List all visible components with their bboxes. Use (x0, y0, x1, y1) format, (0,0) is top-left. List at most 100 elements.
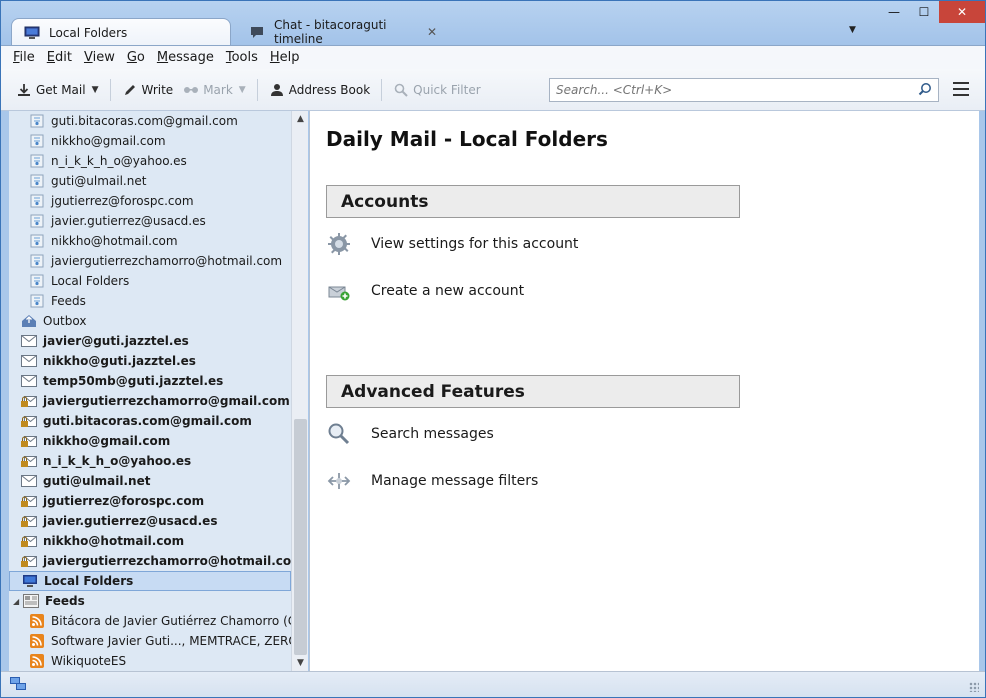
tab-local-folders[interactable]: Local Folders (11, 18, 231, 46)
folder-item[interactable]: Local Folders (9, 271, 291, 291)
search-messages-link[interactable]: Search messages (326, 421, 494, 447)
folder-label: guti.bitacoras.com@gmail.com (51, 114, 238, 128)
folder-item[interactable]: javiergutierrezchamorro@hotmail.com (9, 551, 291, 571)
tab-bar: Local Folders Chat - bitacoraguti timeli… (1, 1, 985, 46)
folder-pane-scrollbar[interactable]: ▲ ▼ (291, 111, 308, 671)
folder-pane: guti.bitacoras.com@gmail.com nikkho@gmail… (9, 111, 291, 671)
tab-list-dropdown-icon[interactable]: ▼ (849, 25, 856, 35)
manage-filters-link[interactable]: Manage message filters (326, 468, 538, 494)
create-account-link[interactable]: Create a new account (326, 278, 524, 304)
view-settings-link[interactable]: View settings for this account (326, 231, 578, 257)
menu-tools[interactable]: Tools (220, 50, 264, 65)
folder-icon (29, 253, 45, 269)
secure-envelope-icon (21, 533, 37, 549)
folder-item[interactable]: temp50mb@guti.jazztel.es (9, 371, 291, 391)
folder-label: jgutierrez@forospc.com (51, 194, 194, 208)
folder-item[interactable]: javier.gutierrez@usacd.es (9, 211, 291, 231)
menu-edit[interactable]: Edit (41, 50, 78, 65)
menu-help[interactable]: Help (264, 50, 306, 65)
folder-item[interactable]: nikkho@hotmail.com (9, 531, 291, 551)
folder-label: Outbox (43, 314, 87, 328)
folder-item[interactable]: n_i_k_k_h_o@yahoo.es (9, 451, 291, 471)
resize-grip[interactable] (969, 682, 979, 692)
folder-label: guti.bitacoras.com@gmail.com (43, 414, 252, 428)
folder-icon (29, 133, 45, 149)
folder-icon (29, 173, 45, 189)
folder-item[interactable]: Local Folders (9, 571, 291, 591)
folder-icon (29, 233, 45, 249)
toolbar-separator (256, 78, 258, 101)
quick-filter-button[interactable]: Quick Filter (388, 77, 485, 103)
account-central-pane: Daily Mail - Local Folders Accounts View… (309, 111, 979, 671)
scrollbar-thumb[interactable] (294, 419, 307, 655)
close-tab-icon[interactable]: ✕ (427, 25, 437, 39)
folder-item[interactable]: guti.bitacoras.com@gmail.com (9, 411, 291, 431)
minimize-button[interactable]: — (879, 1, 909, 23)
folder-item[interactable]: Feeds (9, 291, 291, 311)
folder-item[interactable]: ◢ Feeds (9, 591, 291, 611)
get-mail-button[interactable]: Get Mail ▼ (11, 77, 104, 103)
folder-item[interactable]: Software Javier Guti..., MEMTRACE, ZEROF… (9, 631, 291, 651)
folder-label: javier@guti.jazztel.es (43, 334, 189, 348)
menu-file[interactable]: File (7, 50, 41, 65)
mark-button[interactable]: Mark ▼ (178, 77, 251, 103)
pencil-icon (122, 82, 138, 98)
folder-item[interactable]: jgutierrez@forospc.com (9, 191, 291, 211)
maximize-button[interactable]: ☐ (909, 1, 939, 23)
folder-icon (29, 153, 45, 169)
rss-icon (29, 613, 45, 629)
folder-icon (29, 193, 45, 209)
search-icon[interactable] (918, 82, 932, 99)
folder-item[interactable]: nikkho@gmail.com (9, 431, 291, 451)
envelope-icon (21, 473, 37, 489)
person-icon (269, 82, 285, 98)
folder-label: temp50mb@guti.jazztel.es (43, 374, 224, 388)
scroll-down-icon[interactable]: ▼ (292, 655, 309, 671)
folder-item[interactable]: nikkho@hotmail.com (9, 231, 291, 251)
folder-item[interactable]: n_i_k_k_h_o@yahoo.es (9, 151, 291, 171)
folder-label: guti@ulmail.net (43, 474, 151, 488)
chevron-down-icon[interactable]: ▼ (239, 85, 246, 95)
folder-item[interactable]: Outbox (9, 311, 291, 331)
download-icon (16, 82, 32, 98)
folder-item[interactable]: javiergutierrezchamorro@hotmail.com (9, 251, 291, 271)
online-status-icon[interactable] (10, 677, 26, 694)
folder-item[interactable]: jgutierrez@forospc.com (9, 491, 291, 511)
folder-item[interactable]: javier.gutierrez@usacd.es (9, 511, 291, 531)
folder-label: nikkho@gmail.com (43, 434, 171, 448)
close-window-button[interactable]: ✕ (939, 1, 985, 23)
secure-envelope-icon (21, 393, 37, 409)
accounts-section-header: Accounts (326, 185, 740, 218)
folder-label: javiergutierrezchamorro@hotmail.com (51, 254, 283, 268)
folder-item[interactable]: nikkho@gmail.com (9, 131, 291, 151)
menu-go[interactable]: Go (121, 50, 151, 65)
address-book-button[interactable]: Address Book (264, 77, 375, 103)
toolbar-separator (109, 78, 111, 101)
folder-label: nikkho@gmail.com (51, 134, 166, 148)
folder-item[interactable]: guti@ulmail.net (9, 471, 291, 491)
folder-item[interactable]: javier@guti.jazztel.es (9, 331, 291, 351)
folder-icon (29, 273, 45, 289)
app-menu-icon[interactable] (953, 82, 969, 96)
chevron-down-icon[interactable]: ▼ (92, 85, 99, 95)
tree-expanded-icon[interactable]: ◢ (13, 597, 23, 606)
folder-icon (29, 213, 45, 229)
folder-item[interactable]: guti@ulmail.net (9, 171, 291, 191)
write-button[interactable]: Write (117, 77, 179, 103)
app-window: Local Folders Chat - bitacoraguti timeli… (0, 0, 986, 698)
folder-label: nikkho@hotmail.com (43, 534, 185, 548)
envelope-icon (21, 333, 37, 349)
folder-item[interactable]: WikiquoteES (9, 651, 291, 671)
menu-message[interactable]: Message (151, 50, 220, 65)
menu-view[interactable]: View (78, 50, 121, 65)
search-input[interactable] (556, 83, 918, 97)
tab-chat[interactable]: Chat - bitacoraguti timeline ✕ (237, 18, 437, 46)
scroll-up-icon[interactable]: ▲ (292, 111, 309, 127)
tab-label: Chat - bitacoraguti timeline (274, 18, 387, 46)
folder-item[interactable]: javiergutierrezchamorro@gmail.com (9, 391, 291, 411)
folder-label: jgutierrez@forospc.com (43, 494, 205, 508)
folder-item[interactable]: nikkho@guti.jazztel.es (9, 351, 291, 371)
folder-item[interactable]: Bitácora de Javier Gutiérrez Chamorro (G… (9, 611, 291, 631)
folder-label: javiergutierrezchamorro@gmail.com (43, 394, 290, 408)
folder-item[interactable]: guti.bitacoras.com@gmail.com (9, 111, 291, 131)
